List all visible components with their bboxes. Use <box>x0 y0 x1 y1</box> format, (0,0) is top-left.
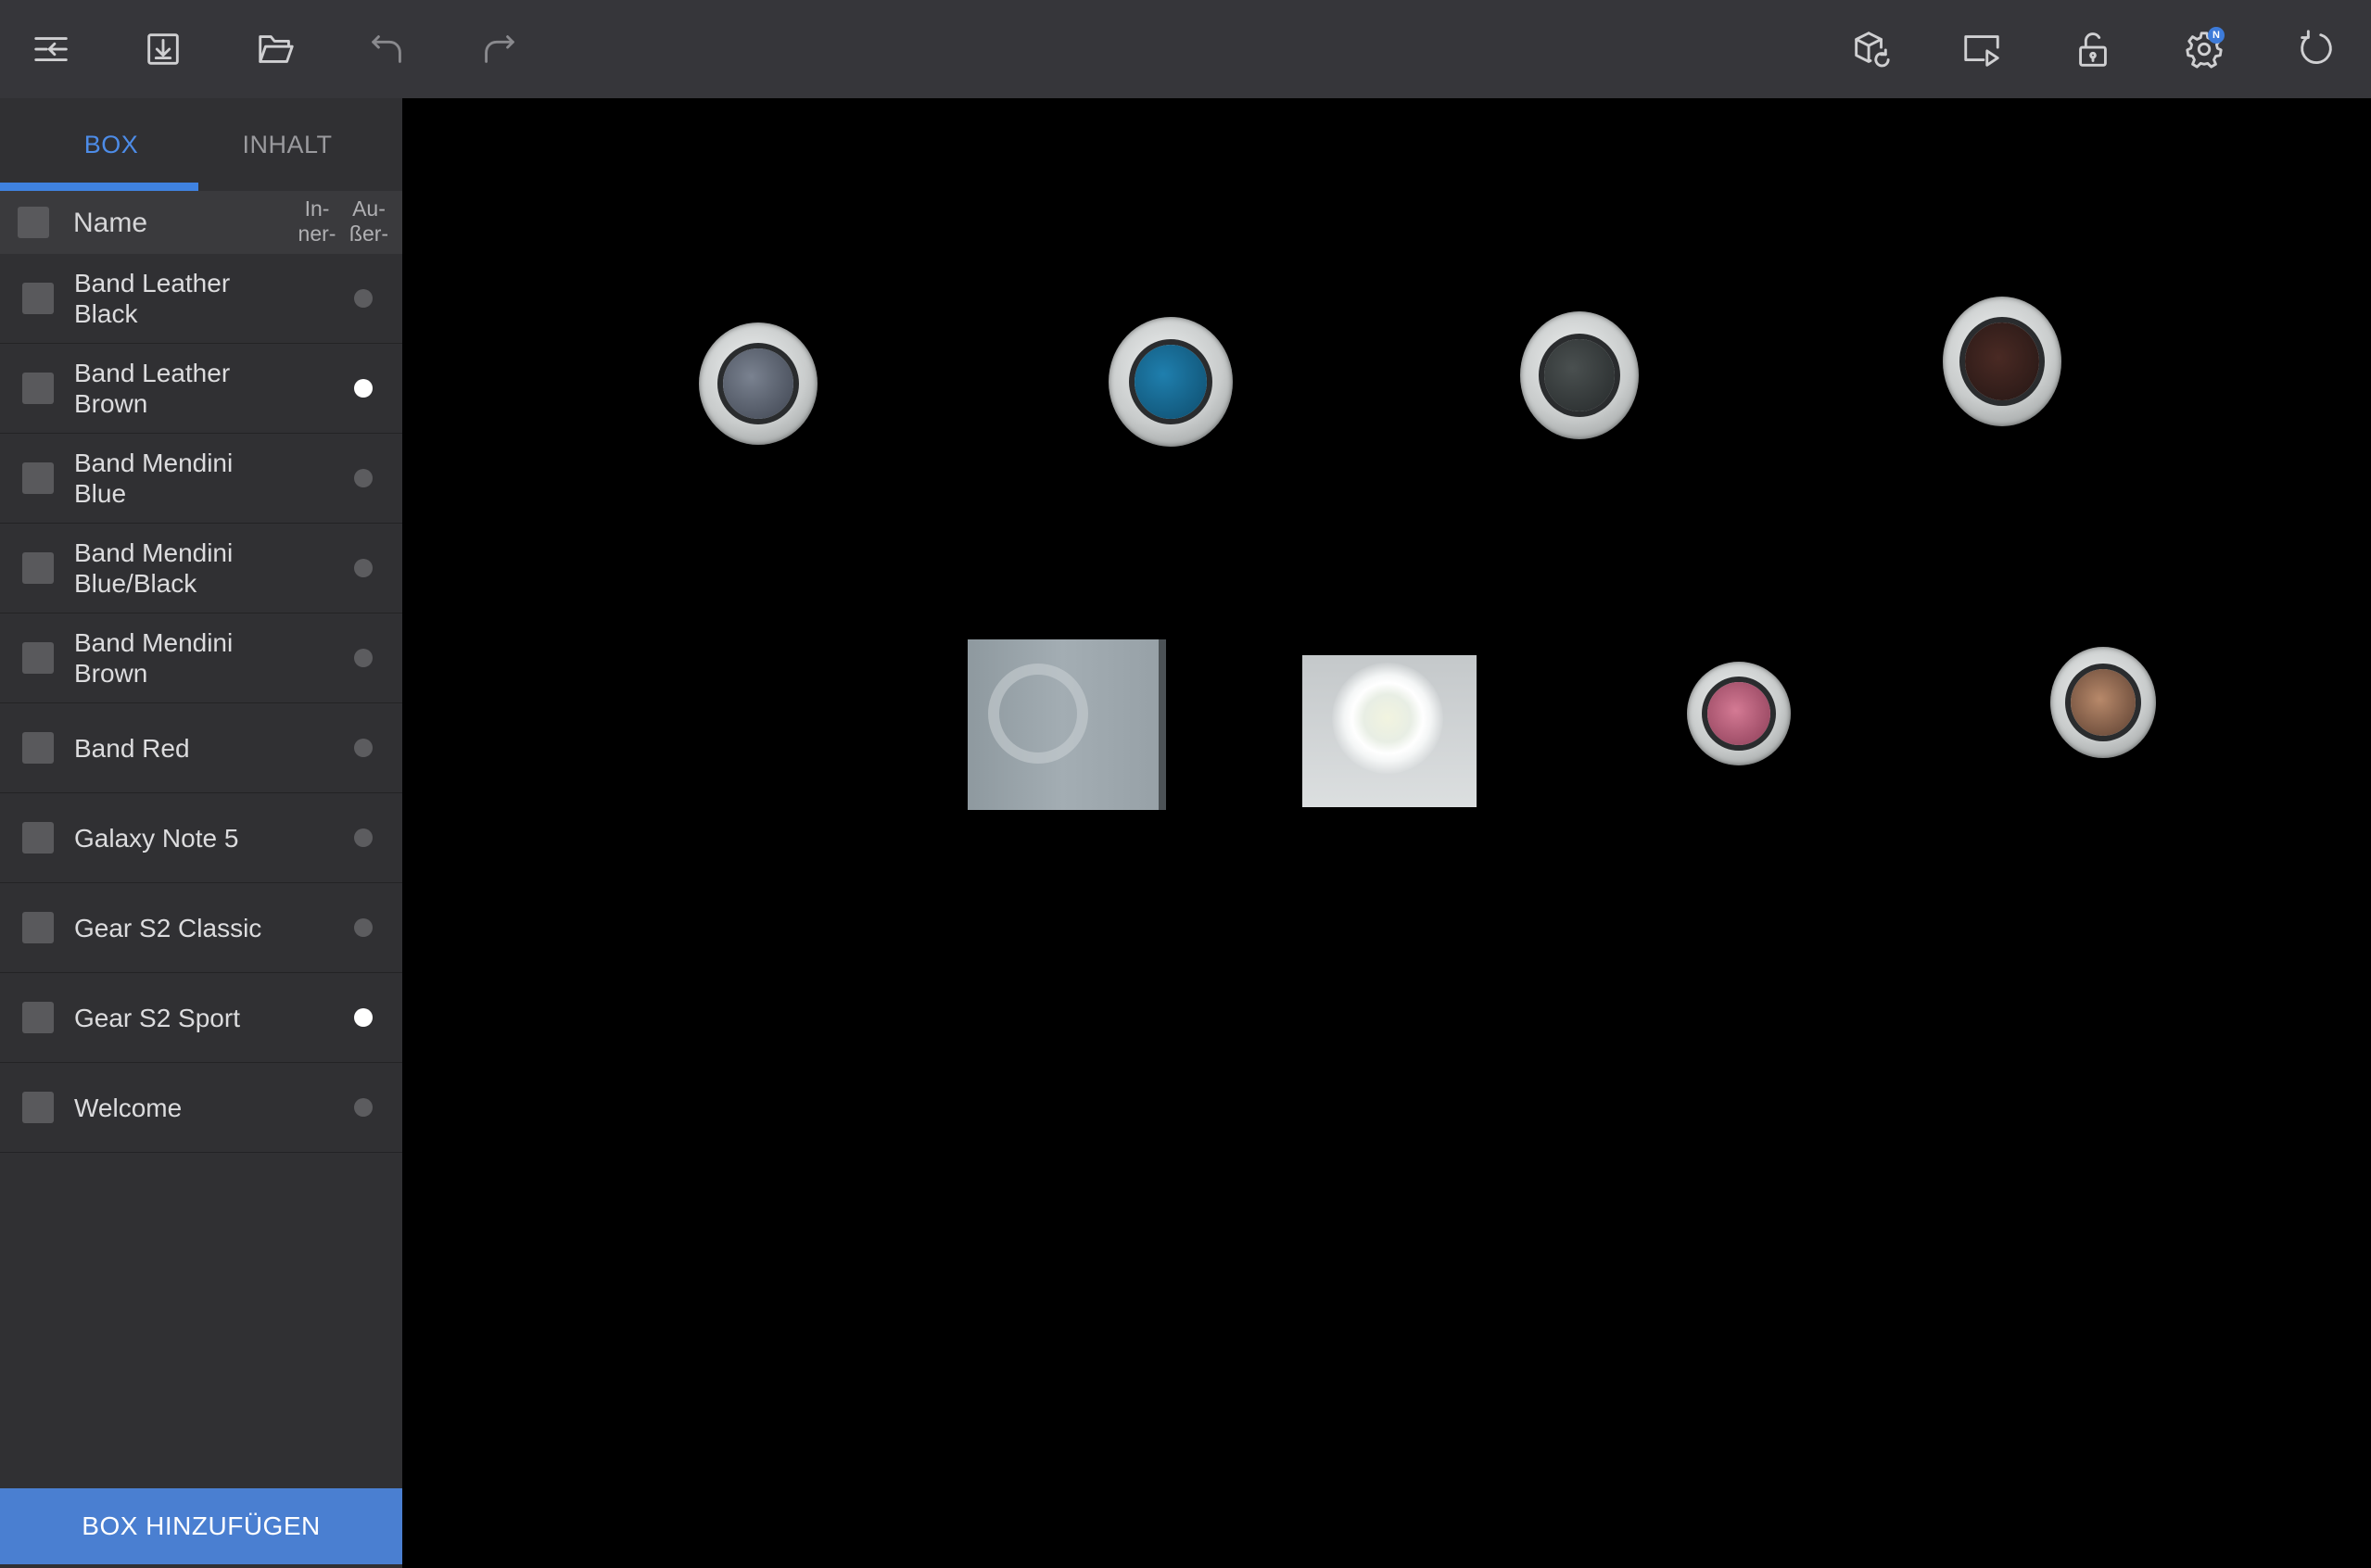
top-toolbar: N <box>0 0 2371 98</box>
tab-inhalt[interactable]: INHALT <box>187 98 387 191</box>
column-header-outer: Au- ßer- <box>349 196 389 246</box>
list-item[interactable]: Welcome <box>0 1063 402 1153</box>
download-icon <box>147 33 179 65</box>
collapse-menu-button[interactable] <box>19 16 85 82</box>
cube-refresh-icon <box>1855 32 1890 68</box>
item-label: Band Leather Brown <box>74 359 231 418</box>
status-dot <box>354 739 373 757</box>
redo-icon <box>485 35 514 63</box>
watch-ring-glow <box>1332 663 1443 774</box>
box-sidebar: BOX INHALT Name In- ner- Au- ßer- Band L… <box>0 98 402 1568</box>
settings-badge: N <box>2208 27 2225 44</box>
status-dot <box>354 649 373 667</box>
watch-face-core <box>1544 339 1615 411</box>
item-label: Gear S2 Sport <box>74 1003 240 1032</box>
watch-face-core <box>723 348 793 419</box>
watch-face-core <box>1135 345 1207 419</box>
item-label: Band Mendini Blue/Black <box>74 538 234 598</box>
item-checkbox[interactable] <box>22 642 54 674</box>
cube-refresh-button[interactable] <box>1837 16 1904 82</box>
item-label: Gear S2 Classic <box>74 913 262 942</box>
watch-face-thumbnail[interactable] <box>1943 297 2061 426</box>
item-checkbox[interactable] <box>22 283 54 314</box>
watch-ring-outline <box>988 664 1088 764</box>
list-item[interactable]: Gear S2 Classic <box>0 883 402 973</box>
list-item[interactable]: Band Leather Brown <box>0 344 402 434</box>
folder-open-icon <box>259 35 294 63</box>
watch-face-square-thumbnail[interactable] <box>1302 655 1477 807</box>
box-list: Band Leather Black Band Leather Brown Ba… <box>0 254 402 1153</box>
reload-button[interactable] <box>2282 16 2349 82</box>
watch-face-core <box>2071 669 2136 736</box>
redo-button[interactable] <box>465 16 532 82</box>
watch-face-thumbnail[interactable] <box>1109 317 1233 447</box>
list-item[interactable]: Band Red <box>0 703 402 793</box>
item-checkbox[interactable] <box>22 373 54 404</box>
list-item[interactable]: Band Mendini Blue <box>0 434 402 524</box>
list-header: Name In- ner- Au- ßer- <box>0 191 402 254</box>
unlock-button[interactable] <box>2060 16 2126 82</box>
play-screen-icon <box>1964 35 1999 67</box>
watch-face-square-thumbnail[interactable] <box>968 639 1166 810</box>
item-checkbox[interactable] <box>22 462 54 494</box>
canvas-viewport[interactable] <box>402 98 2371 1568</box>
status-dot <box>354 918 373 937</box>
collapse-menu-icon <box>34 37 68 61</box>
item-checkbox[interactable] <box>22 1092 54 1123</box>
list-item[interactable]: Band Mendini Brown <box>0 613 402 703</box>
watch-face-thumbnail[interactable] <box>2050 647 2156 758</box>
item-checkbox[interactable] <box>22 732 54 764</box>
active-tab-indicator <box>0 183 198 191</box>
column-header-name[interactable]: Name <box>73 208 147 239</box>
status-dot <box>354 289 373 308</box>
select-all-checkbox[interactable] <box>18 207 49 238</box>
watch-face-thumbnail[interactable] <box>699 322 818 445</box>
unlock-icon <box>2079 32 2107 67</box>
item-label: Band Mendini Brown <box>74 628 234 688</box>
settings-button[interactable]: N <box>2171 16 2238 82</box>
item-checkbox[interactable] <box>22 912 54 943</box>
add-box-button[interactable]: BOX HINZUFÜGEN <box>0 1488 402 1564</box>
open-folder-button[interactable] <box>243 16 310 82</box>
item-label: Band Mendini Blue <box>74 449 234 508</box>
item-label: Band Leather Black <box>74 269 231 328</box>
column-header-inner: In- ner- <box>298 196 336 246</box>
status-dot <box>354 559 373 577</box>
status-dot <box>354 1098 373 1117</box>
status-dot <box>354 1008 373 1027</box>
status-dot <box>354 469 373 487</box>
item-checkbox[interactable] <box>22 1002 54 1033</box>
watch-face-core <box>1707 682 1770 745</box>
list-item[interactable]: Gear S2 Sport <box>0 973 402 1063</box>
sidebar-tabs: BOX INHALT <box>0 98 402 191</box>
undo-button[interactable] <box>354 16 421 82</box>
item-label: Welcome <box>74 1093 183 1122</box>
list-item[interactable]: Band Mendini Blue/Black <box>0 524 402 613</box>
item-label: Galaxy Note 5 <box>74 823 239 853</box>
item-checkbox[interactable] <box>22 822 54 854</box>
watch-face-core <box>1965 322 2039 400</box>
preview-button[interactable] <box>1948 16 2015 82</box>
status-dot <box>354 828 373 847</box>
list-item[interactable]: Galaxy Note 5 <box>0 793 402 883</box>
download-button[interactable] <box>130 16 197 82</box>
watch-face-thumbnail[interactable] <box>1520 311 1639 439</box>
list-item[interactable]: Band Leather Black <box>0 254 402 344</box>
item-label: Band Red <box>74 733 190 763</box>
status-dot <box>354 379 373 398</box>
undo-icon <box>372 35 401 63</box>
refresh-icon <box>2301 30 2332 64</box>
watch-face-thumbnail[interactable] <box>1687 662 1791 765</box>
item-checkbox[interactable] <box>22 552 54 584</box>
